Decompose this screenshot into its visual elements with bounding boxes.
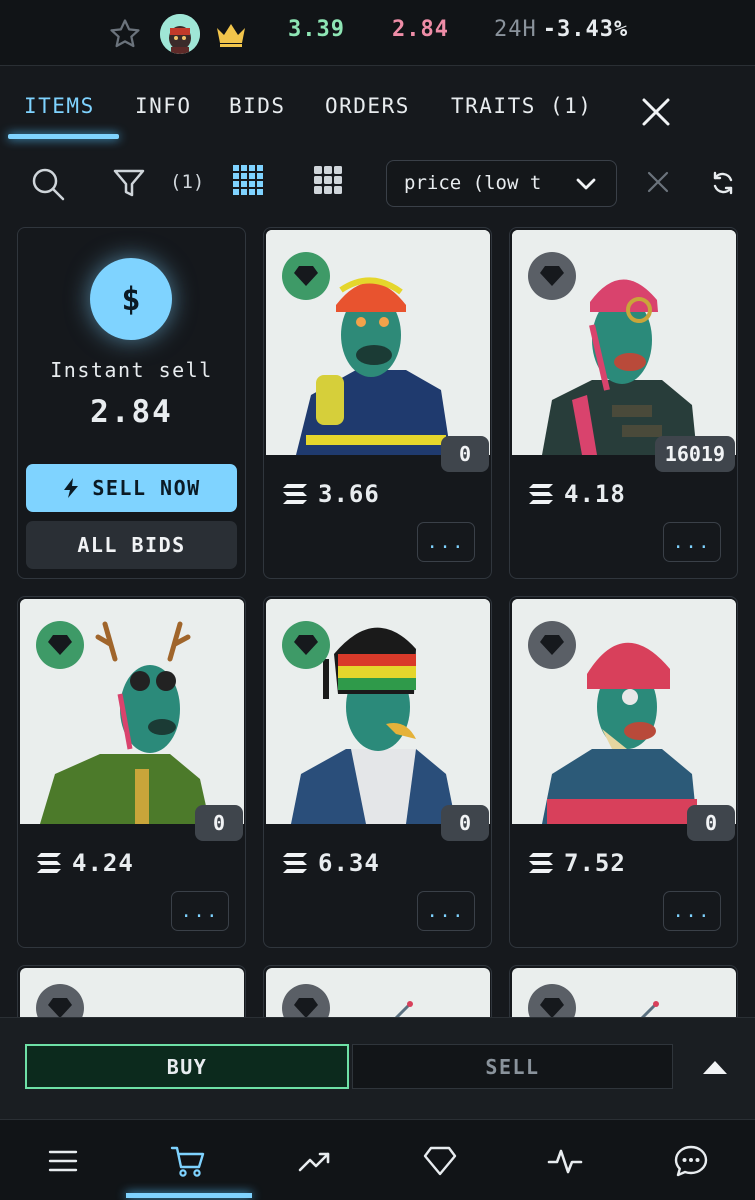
top-bid: 2.84 (392, 17, 449, 42)
trending-up-icon[interactable] (296, 1143, 332, 1179)
rank-badge: 0 (195, 805, 243, 841)
nft-card[interactable] (509, 965, 738, 1025)
rank-badge: 0 (441, 805, 489, 841)
more-options-button[interactable]: ... (663, 522, 721, 562)
crown-icon (217, 24, 245, 47)
tab-orders[interactable]: ORDERS (325, 94, 410, 118)
rarity-gem-icon (528, 621, 576, 669)
solana-icon (37, 853, 61, 873)
stats-bar: 3.39 2.84 24H -3.43% (0, 0, 755, 66)
nft-card[interactable]: 16019 4.18 ... (509, 227, 738, 579)
solana-icon (283, 484, 307, 504)
grid-large-view-icon[interactable] (313, 165, 343, 195)
sell-now-label: SELL NOW (92, 476, 201, 500)
sort-select-value: price (low t (404, 172, 542, 194)
menu-icon[interactable] (45, 1143, 81, 1179)
more-options-button[interactable]: ... (417, 891, 475, 931)
nft-card[interactable]: 0 4.24 ... (17, 596, 246, 948)
chat-icon[interactable] (673, 1143, 709, 1179)
collection-avatar[interactable] (160, 14, 200, 54)
sell-now-button[interactable]: SELL NOW (26, 464, 237, 512)
item-price: 4.24 (36, 849, 134, 877)
tab-items[interactable]: ITEMS (24, 94, 95, 118)
filter-icon[interactable] (112, 167, 146, 199)
item-price: 4.18 (528, 480, 626, 508)
change-value: -3.43% (542, 17, 629, 42)
item-price: 3.66 (282, 480, 380, 508)
nft-image (266, 230, 490, 455)
refresh-icon[interactable] (709, 169, 737, 197)
expand-panel-icon[interactable] (702, 1058, 728, 1076)
filter-count[interactable]: (1) (170, 171, 204, 193)
solana-icon (529, 853, 553, 873)
lightning-icon (64, 478, 79, 498)
bottom-nav (0, 1119, 755, 1200)
tab-info[interactable]: INFO (135, 94, 192, 118)
buy-toggle[interactable]: BUY (25, 1044, 349, 1089)
item-price-value: 4.24 (72, 849, 134, 877)
item-price-value: 6.34 (318, 849, 380, 877)
instant-sell-card: $ Instant sell 2.84 SELL NOW ALL BIDS (17, 227, 246, 579)
sell-toggle[interactable]: SELL (352, 1044, 673, 1089)
rank-badge: 16019 (654, 436, 735, 472)
nft-card[interactable]: 0 7.52 ... (509, 596, 738, 948)
nft-card[interactable]: 0 6.34 ... (263, 596, 492, 948)
tab-traits[interactable]: TRAITS (1) (451, 94, 592, 118)
floor-price: 3.39 (288, 17, 345, 42)
close-icon[interactable] (638, 94, 674, 130)
item-price: 6.34 (282, 849, 380, 877)
change-period-label: 24H (494, 17, 537, 42)
nft-image (20, 599, 244, 824)
more-options-button[interactable]: ... (417, 522, 475, 562)
nft-image (512, 230, 736, 455)
rarity-gem-icon (528, 252, 576, 300)
nft-card[interactable]: 0 3.66 ... (263, 227, 492, 579)
solana-icon (283, 853, 307, 873)
activity-icon[interactable] (547, 1143, 583, 1179)
rarity-gem-icon (282, 252, 330, 300)
nft-image (266, 599, 490, 824)
star-icon[interactable] (108, 17, 142, 51)
item-price-value: 3.66 (318, 480, 380, 508)
rank-badge: 0 (441, 436, 489, 472)
cart-icon[interactable] (170, 1143, 206, 1179)
price-change: 24H -3.43% (494, 17, 628, 42)
sort-select[interactable]: price (low t (386, 160, 617, 207)
nft-card[interactable] (263, 965, 492, 1025)
item-price-value: 4.18 (564, 480, 626, 508)
instant-sell-value: 2.84 (90, 394, 173, 430)
diamond-icon[interactable] (422, 1143, 458, 1179)
instant-sell-label: Instant sell (50, 358, 213, 382)
dollar-icon: $ (90, 258, 172, 340)
rarity-gem-icon (36, 621, 84, 669)
nft-image (512, 599, 736, 824)
rank-badge: 0 (687, 805, 735, 841)
nft-card[interactable] (17, 965, 246, 1025)
solana-icon (529, 484, 553, 504)
item-price: 7.52 (528, 849, 626, 877)
clear-sort-icon[interactable] (646, 170, 670, 194)
active-tab-indicator (8, 134, 119, 139)
chevron-down-icon (576, 178, 596, 190)
rarity-gem-icon (282, 621, 330, 669)
all-bids-button[interactable]: ALL BIDS (26, 521, 237, 569)
more-options-button[interactable]: ... (663, 891, 721, 931)
active-nav-indicator (126, 1193, 252, 1198)
grid-small-view-icon[interactable] (232, 164, 264, 196)
item-price-value: 7.52 (564, 849, 626, 877)
more-options-button[interactable]: ... (171, 891, 229, 931)
tab-bids[interactable]: BIDS (229, 94, 286, 118)
search-icon[interactable] (30, 166, 66, 202)
